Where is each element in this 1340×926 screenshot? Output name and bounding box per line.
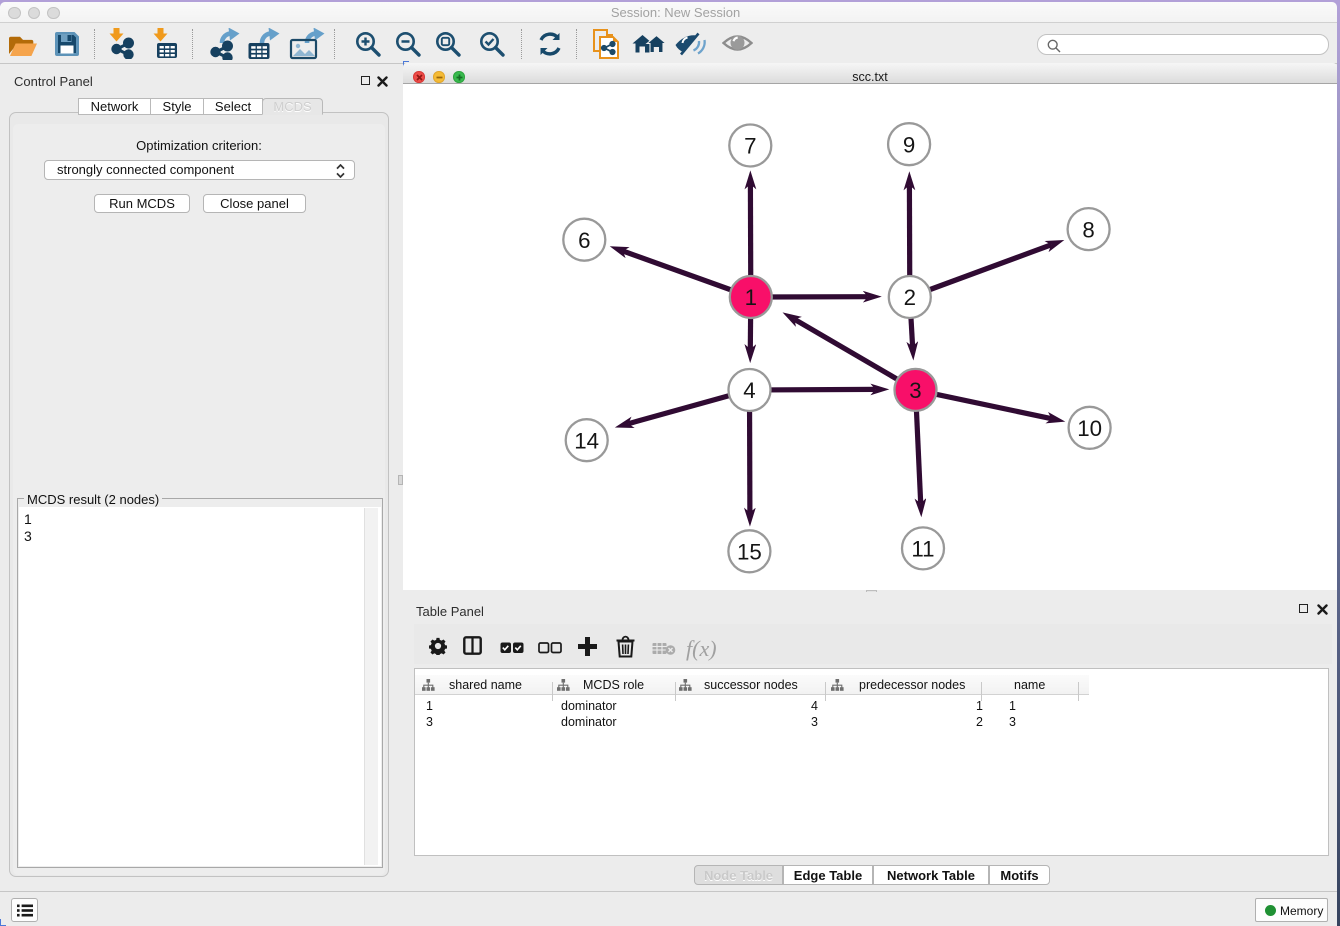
- svg-text:8: 8: [1082, 217, 1094, 242]
- svg-text:2: 2: [904, 285, 916, 310]
- svg-text:14: 14: [574, 428, 599, 453]
- svg-text:7: 7: [744, 134, 756, 159]
- svg-text:6: 6: [578, 228, 590, 253]
- svg-text:11: 11: [911, 537, 934, 562]
- svg-text:3: 3: [909, 378, 921, 403]
- svg-text:4: 4: [743, 378, 755, 403]
- svg-text:1: 1: [745, 285, 757, 310]
- svg-text:9: 9: [903, 132, 915, 157]
- svg-text:15: 15: [737, 540, 762, 565]
- svg-text:10: 10: [1077, 416, 1102, 441]
